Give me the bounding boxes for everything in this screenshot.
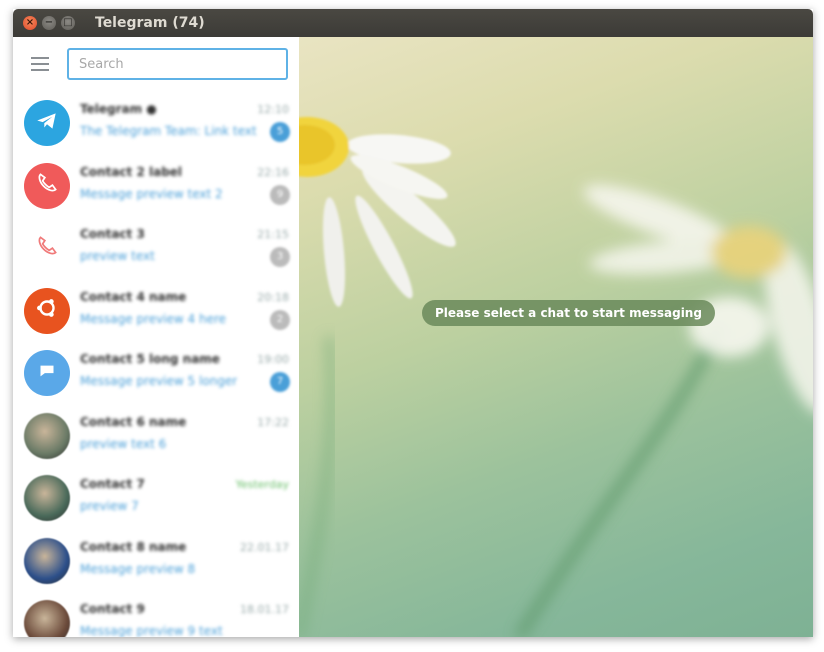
chat-avatar [24, 162, 70, 209]
title-bar: × − □ Telegram (74) [13, 9, 813, 37]
chat-list-item[interactable]: Contact 5 long name 19:00 Message preview … [13, 342, 299, 405]
minimize-window-button[interactable]: − [42, 16, 56, 30]
chat-list-item[interactable]: Contact 7 Yesterday preview 7 [13, 467, 299, 530]
chat-time: 21:15 [257, 228, 289, 241]
chat-time: 22:16 [257, 165, 289, 179]
chat-time: 12:10 [257, 103, 289, 116]
unread-count-badge: 9 [270, 184, 290, 205]
chat-name: Contact 7 [80, 477, 145, 491]
chat-name: Contact 8 name [80, 539, 187, 554]
chat-time: 19:00 [257, 353, 289, 366]
chat-time: 17:22 [257, 415, 289, 429]
chat-avatar [24, 100, 70, 146]
chat-list-item[interactable]: Contact 9 18.01.17 Message preview 9 text [13, 592, 299, 637]
main-menu-button[interactable] [31, 57, 49, 71]
daisy-background-image [299, 117, 813, 637]
select-chat-message: Please select a chat to start messaging [422, 300, 715, 326]
chat-last-message: preview text 6 [80, 436, 167, 451]
chat-avatar [24, 350, 70, 396]
unread-count-badge: 2 [270, 309, 290, 330]
chat-list-item[interactable]: Contact 6 name 17:22 preview text 6 [13, 405, 299, 468]
chat-last-message: Message preview text 2 [80, 186, 223, 201]
chat-last-message: Message preview 9 text [80, 624, 223, 637]
chat-avatar [24, 537, 70, 584]
chat-name: Contact 5 long name [80, 352, 220, 366]
close-icon: × [25, 17, 35, 28]
telegram-window: × − □ Telegram (74) Telegram ● 12:10The T… [13, 9, 813, 637]
phone-outline-icon [34, 233, 60, 264]
chat-name: Contact 3 [80, 227, 145, 241]
unread-count-badge: 7 [270, 372, 290, 392]
chat-list-item[interactable]: Contact 4 name 20:18 Message preview 4 her… [13, 280, 299, 343]
chat-avatar [24, 225, 70, 271]
chat-avatar [24, 412, 70, 459]
ubuntu-logo-icon [34, 295, 60, 326]
search-input[interactable] [67, 48, 288, 80]
chat-background [299, 37, 813, 637]
minimize-icon: − [44, 17, 54, 28]
chat-name: Telegram ● [80, 102, 157, 116]
hamburger-icon-line [31, 63, 49, 65]
window-title: Telegram (74) [95, 15, 205, 31]
chat-list-item[interactable]: Contact 3 21:15 preview text 3 [13, 217, 299, 280]
chat-last-message: The Telegram Team: Link text [80, 124, 257, 138]
chat-name: Contact 9 [80, 602, 145, 616]
chat-time: Yesterday [235, 478, 289, 491]
telegram-plane-icon [34, 108, 60, 139]
chat-list: Telegram ● 12:10 The Telegram Team: Link t… [13, 92, 299, 637]
chat-avatar [24, 600, 70, 637]
chat-last-message: preview 7 [80, 499, 139, 513]
chat-time: 22.01.17 [240, 540, 289, 554]
phone-icon [34, 170, 60, 201]
chat-last-message: preview text [80, 249, 155, 263]
chat-avatar [24, 287, 70, 334]
chat-list-sidebar: Telegram ● 12:10The Telegram Team: Link t… [13, 37, 299, 637]
chat-time: 20:18 [257, 290, 289, 304]
hamburger-icon-line [31, 69, 49, 71]
chat-name: Contact 2 label [80, 164, 183, 179]
chat-time: 18.01.17 [240, 603, 289, 616]
hamburger-icon-line [31, 57, 49, 59]
unread-count-badge: 3 [270, 247, 290, 267]
chat-list-item[interactable]: Telegram ● 12:10 The Telegram Team: Link t… [13, 92, 299, 155]
maximize-window-button[interactable]: □ [61, 16, 75, 30]
maximize-icon: □ [63, 17, 73, 28]
unread-count-badge: 5 [270, 122, 290, 142]
chat-list-item[interactable]: Contact 2 label 22:16 Message preview text… [13, 155, 299, 218]
chat-avatar [24, 475, 70, 521]
chat-name: Contact 6 name [80, 414, 187, 429]
chat-last-message: Message preview 4 here [80, 311, 227, 326]
chat-last-message: Message preview 8 [80, 561, 196, 576]
group-icon [34, 358, 60, 389]
chat-list-item[interactable]: Contact 8 name 22.01.17 Message preview 8 [13, 530, 299, 593]
chat-last-message: Message preview 5 longer [80, 374, 238, 388]
close-window-button[interactable]: × [23, 16, 37, 30]
chat-name: Contact 4 name [80, 289, 187, 304]
